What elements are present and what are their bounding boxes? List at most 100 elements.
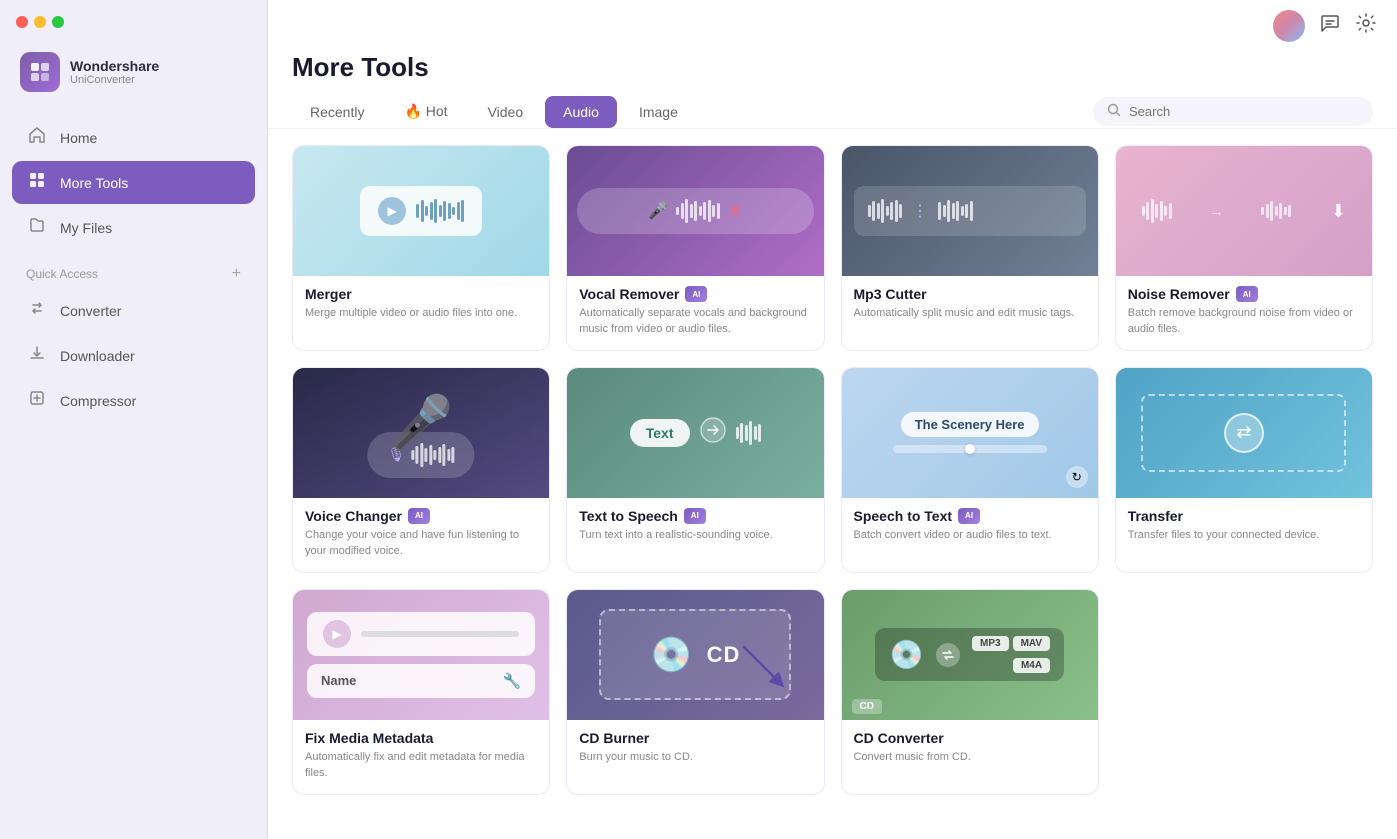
vocal-mic-icon: 🎤 (648, 201, 668, 221)
tool-thumb-transfer: ⇄ (1116, 368, 1372, 498)
main-content: More Tools Recently 🔥 Hot Video Audio Im… (268, 0, 1397, 839)
tool-name-noise: Noise Remover AI (1128, 286, 1360, 302)
tool-desc-fix-metadata: Automatically fix and edit metadata for … (305, 750, 537, 782)
tool-card-speech-to-text[interactable]: The Scenery Here ↻ Speech to Text AI Bat… (841, 367, 1099, 573)
tool-info-voice: Voice Changer AI Change your voice and h… (293, 498, 549, 572)
tool-info-mp3: Mp3 Cutter Automatically split music and… (842, 276, 1098, 334)
home-icon (26, 126, 48, 149)
mp3-divider-icon: ⋮ (912, 201, 928, 221)
minimize-window-btn[interactable] (34, 16, 46, 28)
tool-desc-mp3: Automatically split music and edit music… (854, 306, 1086, 322)
app-header: Wondershare UniConverter (0, 32, 267, 108)
page-header: More Tools (268, 52, 1397, 95)
tool-thumb-cdconverter: 💿 MP3 MAV M4A (842, 590, 1098, 720)
fix-metadata-card: ▶ (307, 612, 535, 656)
ai-badge-tts: AI (684, 508, 706, 524)
tts-text-bubble: Text (630, 419, 690, 447)
sidebar-item-converter[interactable]: Converter (12, 289, 255, 332)
tool-desc-noise: Batch remove background noise from video… (1128, 306, 1360, 338)
sidebar-item-converter-label: Converter (60, 303, 121, 319)
chat-icon[interactable] (1319, 12, 1341, 40)
sidebar-navigation: Home More Tools My Files Quick A (0, 108, 267, 839)
tool-card-mp3-cutter[interactable]: ⋮ Mp3 Cutter Automatically split music a… (841, 145, 1099, 351)
stt-refresh-icon: ↻ (1066, 466, 1088, 488)
tool-card-transfer[interactable]: ⇄ Transfer Transfer files to your connec… (1115, 367, 1373, 573)
tool-thumb-noise: → ⬇ (1116, 146, 1372, 276)
tab-audio[interactable]: Audio (545, 96, 617, 128)
tool-info-fix-metadata: Fix Media Metadata Automatically fix and… (293, 720, 549, 794)
format-mp3: MP3 (972, 636, 1009, 651)
tool-thumb-voice: 🎙 🎤 (293, 368, 549, 498)
sidebar-item-my-files[interactable]: My Files (12, 206, 255, 249)
sidebar-item-downloader-label: Downloader (60, 348, 135, 364)
ai-badge-voice: AI (408, 508, 430, 524)
tool-thumb-stt: The Scenery Here ↻ (842, 368, 1098, 498)
tool-name-vocal: Vocal Remover AI (579, 286, 811, 302)
tool-info-vocal: Vocal Remover AI Automatically separate … (567, 276, 823, 350)
tool-card-noise-remover[interactable]: → ⬇ (1115, 145, 1373, 351)
tool-desc-merger: Merge multiple video or audio files into… (305, 306, 537, 322)
tool-card-vocal-remover[interactable]: 🎤 ✕ Vocal Remover AI (566, 145, 824, 351)
tabs-bar: Recently 🔥 Hot Video Audio Image (268, 95, 1397, 129)
tool-name-stt: Speech to Text AI (854, 508, 1086, 524)
tool-name-cd-burner: CD Burner (579, 730, 811, 746)
add-quick-access-button[interactable]: + (232, 265, 241, 283)
tab-video[interactable]: Video (470, 96, 542, 128)
tool-name-transfer: Transfer (1128, 508, 1360, 524)
tab-image[interactable]: Image (621, 96, 696, 128)
mp3-waveform1 (868, 196, 903, 226)
tool-name-cd-converter: CD Converter (854, 730, 1086, 746)
tool-card-voice-changer[interactable]: 🎙 🎤 Voice Changer AI (292, 367, 550, 573)
tool-card-text-to-speech[interactable]: Text (566, 367, 824, 573)
user-avatar[interactable] (1273, 10, 1305, 42)
burner-arrow (734, 637, 794, 702)
sidebar-item-compressor[interactable]: Compressor (12, 379, 255, 422)
tab-recently[interactable]: Recently (292, 96, 382, 128)
tool-name-voice: Voice Changer AI (305, 508, 537, 524)
tool-name-mp3: Mp3 Cutter (854, 286, 1086, 302)
merger-waveform (416, 196, 464, 226)
sidebar-item-more-tools[interactable]: More Tools (12, 161, 255, 204)
tool-info-noise: Noise Remover AI Batch remove background… (1116, 276, 1372, 350)
tool-desc-cd-burner: Burn your music to CD. (579, 750, 811, 766)
topbar (268, 0, 1397, 52)
tab-hot[interactable]: 🔥 Hot (386, 95, 465, 128)
tool-info-stt: Speech to Text AI Batch convert video or… (842, 498, 1098, 556)
tool-card-cd-converter[interactable]: 💿 MP3 MAV M4A (841, 589, 1099, 795)
tool-thumb-cdburner: 💿 CD (567, 590, 823, 720)
fix-name-badge: Name 🔧 (307, 664, 535, 698)
tool-name-tts: Text to Speech AI (579, 508, 811, 524)
tool-name-fix-metadata: Fix Media Metadata (305, 730, 537, 746)
tool-thumb-merger: ▶ (293, 146, 549, 276)
format-m4a: M4A (1013, 658, 1050, 673)
search-box (1093, 97, 1373, 126)
converter-icon (26, 299, 48, 322)
fix-wrench-icon: 🔧 (503, 672, 522, 690)
app-subtitle: UniConverter (70, 74, 159, 86)
vocal-close-icon[interactable]: ✕ (728, 201, 743, 222)
tool-desc-stt: Batch convert video or audio files to te… (854, 528, 1086, 544)
sidebar-item-more-tools-label: More Tools (60, 175, 128, 191)
sidebar-item-downloader[interactable]: Downloader (12, 334, 255, 377)
my-files-icon (26, 216, 48, 239)
cd-converter-disc-icon: 💿 (889, 638, 924, 671)
maximize-window-btn[interactable] (52, 16, 64, 28)
search-input[interactable] (1129, 104, 1359, 119)
settings-icon[interactable] (1355, 12, 1377, 40)
noise-arrow-icon: → (1209, 203, 1223, 219)
tool-card-fix-metadata[interactable]: ▶ Name 🔧 Fix Media Metadata Automaticall… (292, 589, 550, 795)
cd-format-badges: MP3 MAV M4A (972, 636, 1050, 673)
tool-info-cd-burner: CD Burner Burn your music to CD. (567, 720, 823, 778)
app-name: Wondershare (70, 58, 159, 75)
tool-info-cd-converter: CD Converter Convert music from CD. (842, 720, 1098, 778)
tool-card-merger[interactable]: ▶ (292, 145, 550, 351)
cd-disc-icon: 💿 (650, 635, 692, 675)
tool-card-cd-burner[interactable]: 💿 CD (566, 589, 824, 795)
ai-badge-noise: AI (1236, 286, 1258, 302)
mp3-waveform2 (938, 196, 973, 226)
sidebar-item-home[interactable]: Home (12, 116, 255, 159)
tts-waveform-group (736, 418, 762, 448)
page-title: More Tools (292, 52, 1373, 83)
tool-desc-transfer: Transfer files to your connected device. (1128, 528, 1360, 544)
close-window-btn[interactable] (16, 16, 28, 28)
